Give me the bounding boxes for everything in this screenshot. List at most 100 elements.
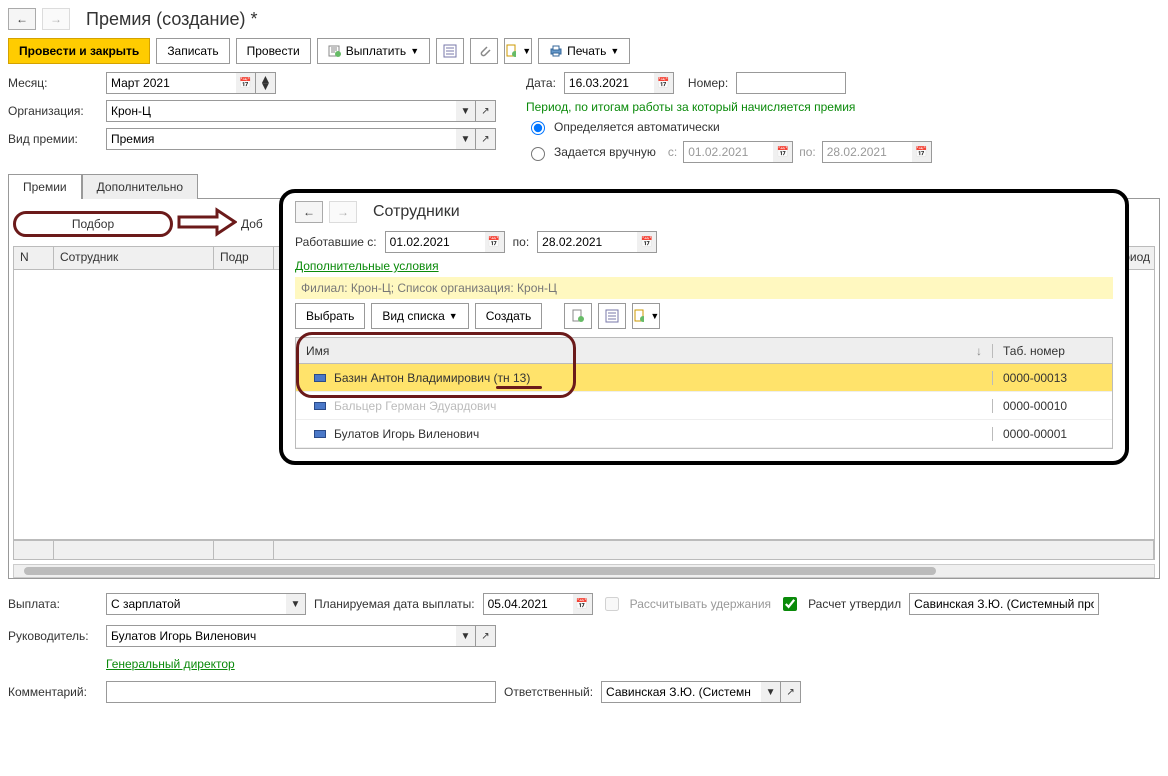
calc-hold-label: Рассчитывать удержания bbox=[630, 597, 771, 611]
plan-date-input[interactable] bbox=[483, 593, 573, 615]
attach-button[interactable] bbox=[470, 38, 498, 64]
calendar-icon[interactable]: 📅 bbox=[912, 141, 932, 163]
manager-label: Руководитель: bbox=[8, 629, 98, 643]
type-label: Вид премии: bbox=[8, 132, 98, 146]
popup-title: Сотрудники bbox=[373, 203, 460, 221]
col-n: N bbox=[14, 247, 54, 269]
worked-to-label: по: bbox=[513, 235, 530, 249]
podbor-button[interactable]: Подбор bbox=[13, 211, 173, 237]
post-and-close-button[interactable]: Провести и закрыть bbox=[8, 38, 150, 64]
spinner-icon[interactable]: ▲▼ bbox=[256, 72, 276, 94]
filter-banner: Филиал: Крон-Ц; Список организация: Крон… bbox=[295, 277, 1113, 299]
type-input[interactable] bbox=[106, 128, 456, 150]
employee-row[interactable]: Базин Антон Владимирович (тн 13) 0000-00… bbox=[296, 364, 1112, 392]
create-button[interactable]: Создать bbox=[475, 303, 543, 329]
printer-icon bbox=[549, 44, 563, 58]
open-icon[interactable]: ↗ bbox=[476, 128, 496, 150]
open-icon[interactable]: ↗ bbox=[781, 681, 801, 703]
responsible-input[interactable] bbox=[601, 681, 761, 703]
employee-row[interactable]: Бальцер Герман Эдуардович 0000-00010 bbox=[296, 392, 1112, 420]
page-title: Премия (создание) * bbox=[86, 9, 258, 30]
doc-action-button[interactable]: ▼ bbox=[504, 38, 532, 64]
refresh-icon-button[interactable] bbox=[564, 303, 592, 329]
chevron-down-icon[interactable]: ▼ bbox=[761, 681, 781, 703]
pay-button[interactable]: Выплатить ▼ bbox=[317, 38, 430, 64]
employee-row[interactable]: Булатов Игорь Виленович 0000-00001 bbox=[296, 420, 1112, 448]
col-name[interactable]: Имя↓ bbox=[296, 344, 992, 358]
calendar-icon[interactable]: 📅 bbox=[637, 231, 657, 253]
manager-input[interactable] bbox=[106, 625, 456, 647]
doc-action-button[interactable]: ▼ bbox=[632, 303, 660, 329]
sort-icon: ↓ bbox=[976, 344, 982, 358]
plan-date-label: Планируемая дата выплаты: bbox=[314, 597, 475, 611]
calendar-icon[interactable]: 📅 bbox=[654, 72, 674, 94]
calc-hold-checkbox bbox=[605, 597, 619, 611]
chevron-down-icon: ▼ bbox=[522, 46, 531, 56]
forward-button[interactable]: → bbox=[42, 8, 70, 30]
manager-role-link[interactable]: Генеральный директор bbox=[106, 657, 235, 671]
approver-input[interactable] bbox=[909, 593, 1099, 615]
open-icon[interactable]: ↗ bbox=[476, 625, 496, 647]
back-button[interactable]: ← bbox=[8, 8, 36, 30]
popup-back-button[interactable]: ← bbox=[295, 201, 323, 223]
number-input[interactable] bbox=[736, 72, 846, 94]
payout-input[interactable] bbox=[106, 593, 286, 615]
calendar-icon[interactable]: 📅 bbox=[236, 72, 256, 94]
list-icon-button[interactable] bbox=[436, 38, 464, 64]
save-button[interactable]: Записать bbox=[156, 38, 229, 64]
add-button-partial[interactable]: Доб bbox=[241, 217, 263, 231]
month-label: Месяц: bbox=[8, 76, 98, 90]
payout-label: Выплата: bbox=[8, 597, 98, 611]
print-button[interactable]: Печать ▼ bbox=[538, 38, 630, 64]
col-employee: Сотрудник bbox=[54, 247, 214, 269]
annotation-underline bbox=[496, 386, 542, 389]
date-input[interactable] bbox=[564, 72, 654, 94]
period-manual-radio[interactable] bbox=[531, 147, 545, 161]
col-dept: Подр bbox=[214, 247, 274, 269]
chevron-down-icon[interactable]: ▼ bbox=[286, 593, 306, 615]
chevron-down-icon: ▼ bbox=[610, 46, 619, 56]
tab-dop[interactable]: Дополнительно bbox=[82, 174, 198, 199]
org-label: Организация: bbox=[8, 104, 98, 118]
worked-to-input[interactable] bbox=[537, 231, 637, 253]
worked-from-input[interactable] bbox=[385, 231, 485, 253]
calendar-icon[interactable]: 📅 bbox=[773, 141, 793, 163]
extra-conditions-link[interactable]: Дополнительные условия bbox=[295, 259, 1113, 273]
comment-label: Комментарий: bbox=[8, 685, 98, 699]
calendar-icon[interactable]: 📅 bbox=[573, 593, 593, 615]
responsible-label: Ответственный: bbox=[504, 685, 593, 699]
period-from-input[interactable] bbox=[683, 141, 773, 163]
grid-footer bbox=[13, 540, 1155, 560]
month-input[interactable] bbox=[106, 72, 236, 94]
comment-input[interactable] bbox=[106, 681, 496, 703]
chevron-down-icon[interactable]: ▼ bbox=[456, 100, 476, 122]
date-label: Дата: bbox=[526, 76, 556, 90]
select-button[interactable]: Выбрать bbox=[295, 303, 365, 329]
approved-checkbox[interactable] bbox=[783, 597, 797, 611]
popup-forward-button[interactable]: → bbox=[329, 201, 357, 223]
chevron-down-icon[interactable]: ▼ bbox=[456, 128, 476, 150]
org-input[interactable] bbox=[106, 100, 456, 122]
period-auto-radio[interactable] bbox=[531, 121, 545, 135]
from-label: с: bbox=[668, 145, 677, 159]
employee-icon bbox=[314, 402, 326, 410]
view-list-button[interactable]: Вид списка ▼ bbox=[371, 303, 468, 329]
horizontal-scrollbar[interactable] bbox=[13, 564, 1155, 578]
pay-icon bbox=[328, 44, 342, 58]
period-to-input[interactable] bbox=[822, 141, 912, 163]
to-label: по: bbox=[799, 145, 816, 159]
employees-popup: ← → Сотрудники Работавшие с: 📅 по: 📅 Доп… bbox=[279, 189, 1129, 465]
tab-premii[interactable]: Премии bbox=[8, 174, 82, 199]
employee-icon bbox=[314, 374, 326, 382]
employee-icon bbox=[314, 430, 326, 438]
chevron-down-icon[interactable]: ▼ bbox=[456, 625, 476, 647]
arrow-annotation bbox=[177, 207, 237, 240]
open-icon[interactable]: ↗ bbox=[476, 100, 496, 122]
col-tab-number[interactable]: Таб. номер bbox=[992, 344, 1112, 358]
approved-label: Расчет утвердил bbox=[808, 597, 901, 611]
list-icon-button[interactable] bbox=[598, 303, 626, 329]
period-title: Период, по итогам работы за который начи… bbox=[526, 100, 932, 114]
chevron-down-icon: ▼ bbox=[449, 311, 458, 321]
post-button[interactable]: Провести bbox=[236, 38, 311, 64]
calendar-icon[interactable]: 📅 bbox=[485, 231, 505, 253]
